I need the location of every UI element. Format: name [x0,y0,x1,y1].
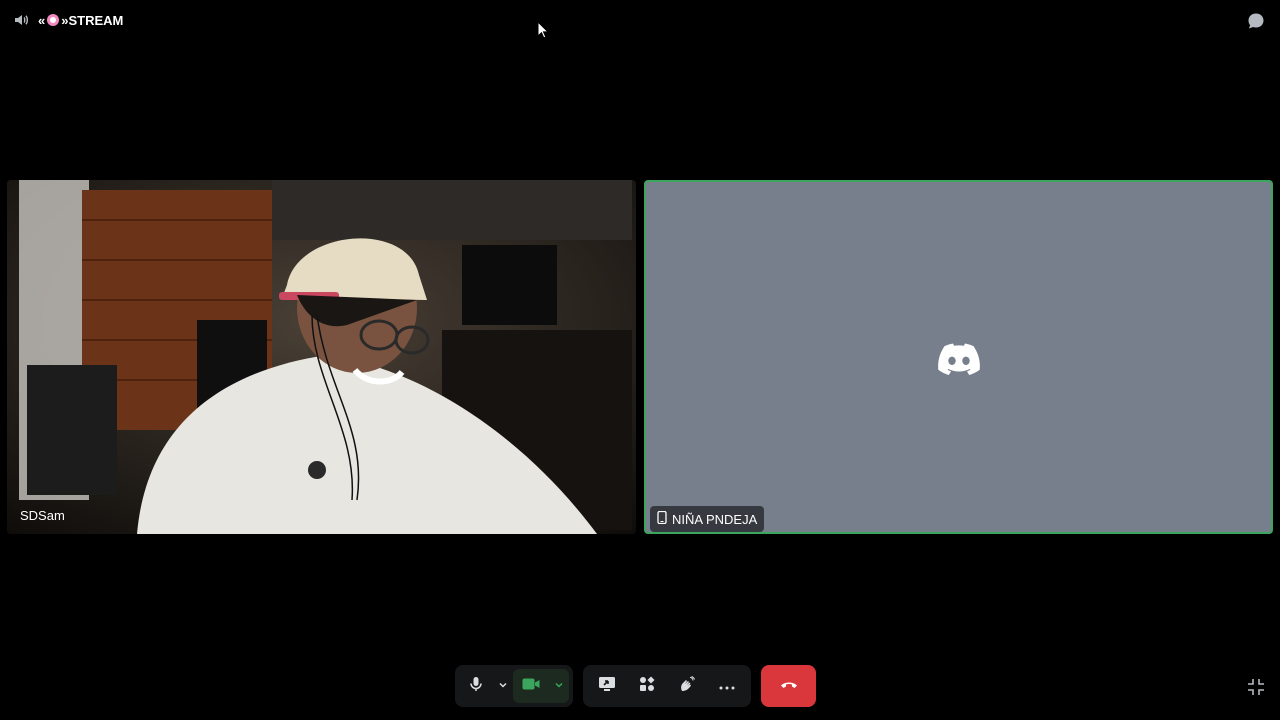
call-header: « »STREAM [12,10,123,30]
screen-share-icon [598,676,616,697]
channel-name[interactable]: « »STREAM [38,13,123,28]
disconnect-button[interactable] [761,665,816,707]
camera-options-button[interactable] [549,669,569,703]
mouse-cursor-icon [537,20,550,39]
participant-name-label: SDSam [13,502,72,528]
hang-up-icon [780,677,798,695]
video-tile-sdsam[interactable]: SDSam [7,180,636,534]
discord-logo-icon [938,343,980,375]
soundboard-icon [679,675,695,697]
microphone-options-button[interactable] [493,669,513,703]
activity-controls [583,665,751,707]
mute-microphone-button[interactable] [459,669,493,703]
share-screen-button[interactable] [587,669,627,703]
speaker-icon[interactable] [12,11,30,29]
exit-fullscreen-icon[interactable] [1246,677,1266,697]
mobile-phone-icon [657,510,667,527]
chevron-down-icon [498,677,508,695]
video-camera-icon [522,677,540,696]
activities-icon [639,676,655,697]
audio-video-controls [455,665,573,707]
toggle-camera-button[interactable] [513,669,549,703]
chat-bubble-icon[interactable] [1246,11,1266,31]
video-tile-nina-pndeja[interactable]: NIÑA PNDEJA [644,180,1273,534]
more-options-button[interactable] [707,669,747,703]
activities-button[interactable] [627,669,667,703]
channel-name-label: »STREAM [61,12,124,28]
participant-name: NIÑA PNDEJA [672,511,758,527]
camera-feed [7,180,636,534]
more-icon [719,677,735,695]
channel-name-prefix: « [38,12,46,28]
camera-control-pair [513,669,569,703]
chevron-down-icon [554,677,564,695]
microphone-icon [468,676,484,697]
soundboard-button[interactable] [667,669,707,703]
participant-name-label: NIÑA PNDEJA [650,506,765,532]
pink-face-emoji-icon [47,14,60,26]
call-control-bar [455,665,816,707]
call-stage: « »STREAM SDSam NIÑA PNDEJA [0,0,1280,720]
participant-name: SDSam [20,507,65,523]
